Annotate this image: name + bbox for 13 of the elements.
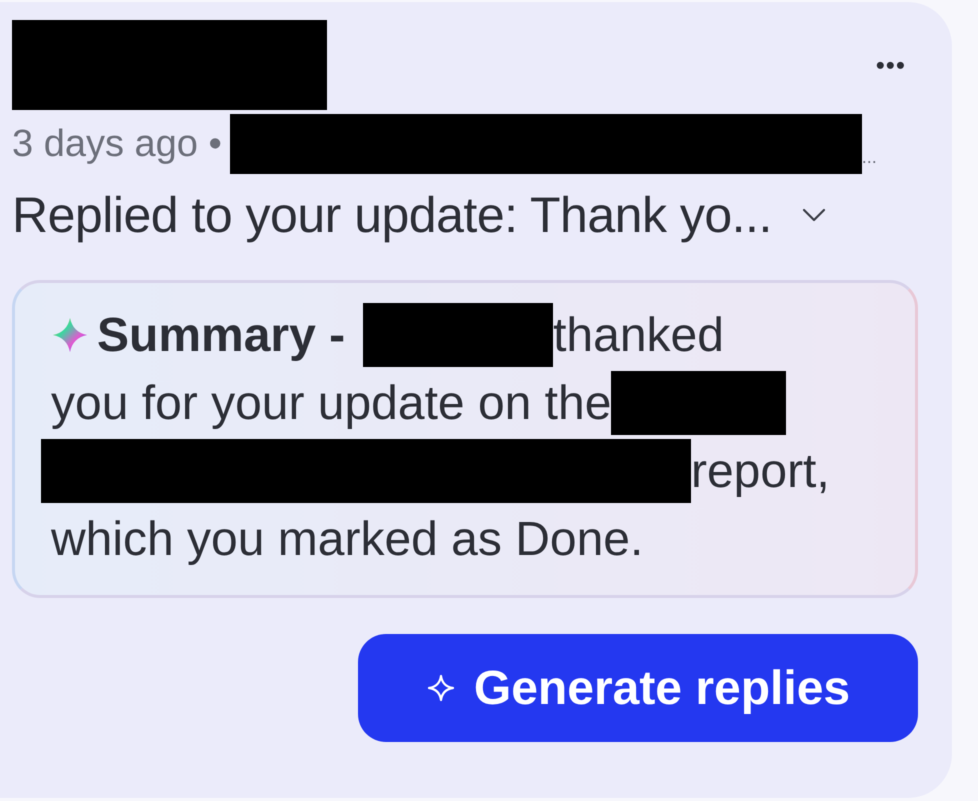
sparkle-icon [51, 316, 89, 354]
summary-text: report, [691, 444, 830, 498]
summary-text: thanked [553, 308, 724, 362]
chevron-icon[interactable] [802, 208, 826, 222]
generate-replies-button[interactable]: Generate replies [358, 634, 918, 742]
timestamp: 3 days ago • [12, 122, 222, 166]
more-menu[interactable]: ••• [876, 50, 906, 80]
summary-text: which you marked as Done. [51, 512, 644, 566]
sparkle-icon [426, 673, 456, 703]
overflow-ellipsis: ... [862, 147, 877, 168]
reply-preview: Replied to your update: Thank yo... [12, 186, 772, 244]
summary-text: you for your update on the [51, 376, 612, 430]
summary-label: Summary - [97, 308, 346, 362]
